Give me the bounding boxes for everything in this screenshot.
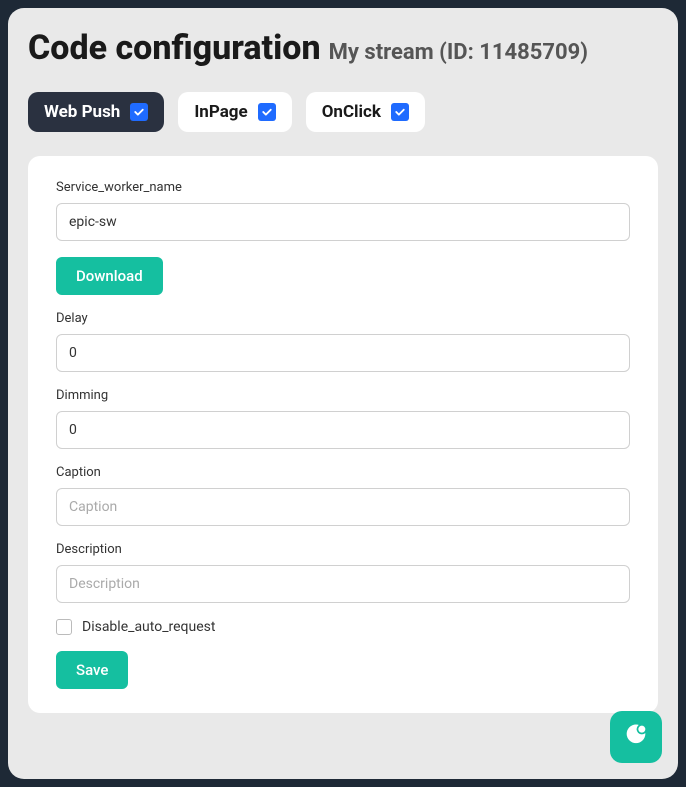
- page-container: Code configuration My stream (ID: 114857…: [8, 8, 678, 779]
- tab-label: Web Push: [44, 102, 120, 122]
- page-header: Code configuration My stream (ID: 114857…: [28, 28, 658, 68]
- caption-label: Caption: [56, 465, 630, 480]
- service-worker-group: Service_worker_name: [56, 180, 630, 241]
- check-icon: [258, 103, 276, 121]
- delay-label: Delay: [56, 311, 630, 326]
- download-group: Download: [56, 257, 630, 295]
- disable-auto-request-checkbox[interactable]: [56, 619, 72, 635]
- description-label: Description: [56, 542, 630, 557]
- page-title: Code configuration: [28, 28, 321, 68]
- service-worker-input[interactable]: [56, 203, 630, 241]
- tab-web-push[interactable]: Web Push: [28, 92, 164, 132]
- delay-group: Delay: [56, 311, 630, 372]
- chat-icon: [622, 721, 650, 753]
- check-icon: [391, 103, 409, 121]
- tab-label: InPage: [194, 102, 247, 122]
- chat-button[interactable]: [610, 711, 662, 763]
- tab-onclick[interactable]: OnClick: [306, 92, 425, 132]
- page-subtitle: My stream (ID: 11485709): [329, 40, 588, 65]
- caption-group: Caption: [56, 465, 630, 526]
- tabs-container: Web Push InPage OnClick: [28, 92, 658, 132]
- disable-auto-request-row: Disable_auto_request: [56, 619, 630, 635]
- dimming-label: Dimming: [56, 388, 630, 403]
- disable-auto-request-label: Disable_auto_request: [82, 619, 215, 635]
- dimming-group: Dimming: [56, 388, 630, 449]
- description-input[interactable]: [56, 565, 630, 603]
- check-icon: [130, 103, 148, 121]
- download-button[interactable]: Download: [56, 257, 163, 295]
- tab-label: OnClick: [322, 102, 381, 122]
- service-worker-label: Service_worker_name: [56, 180, 630, 195]
- dimming-input[interactable]: [56, 411, 630, 449]
- description-group: Description: [56, 542, 630, 603]
- caption-input[interactable]: [56, 488, 630, 526]
- tab-inpage[interactable]: InPage: [178, 92, 291, 132]
- form-card: Service_worker_name Download Delay Dimmi…: [28, 156, 658, 713]
- save-button[interactable]: Save: [56, 651, 128, 689]
- delay-input[interactable]: [56, 334, 630, 372]
